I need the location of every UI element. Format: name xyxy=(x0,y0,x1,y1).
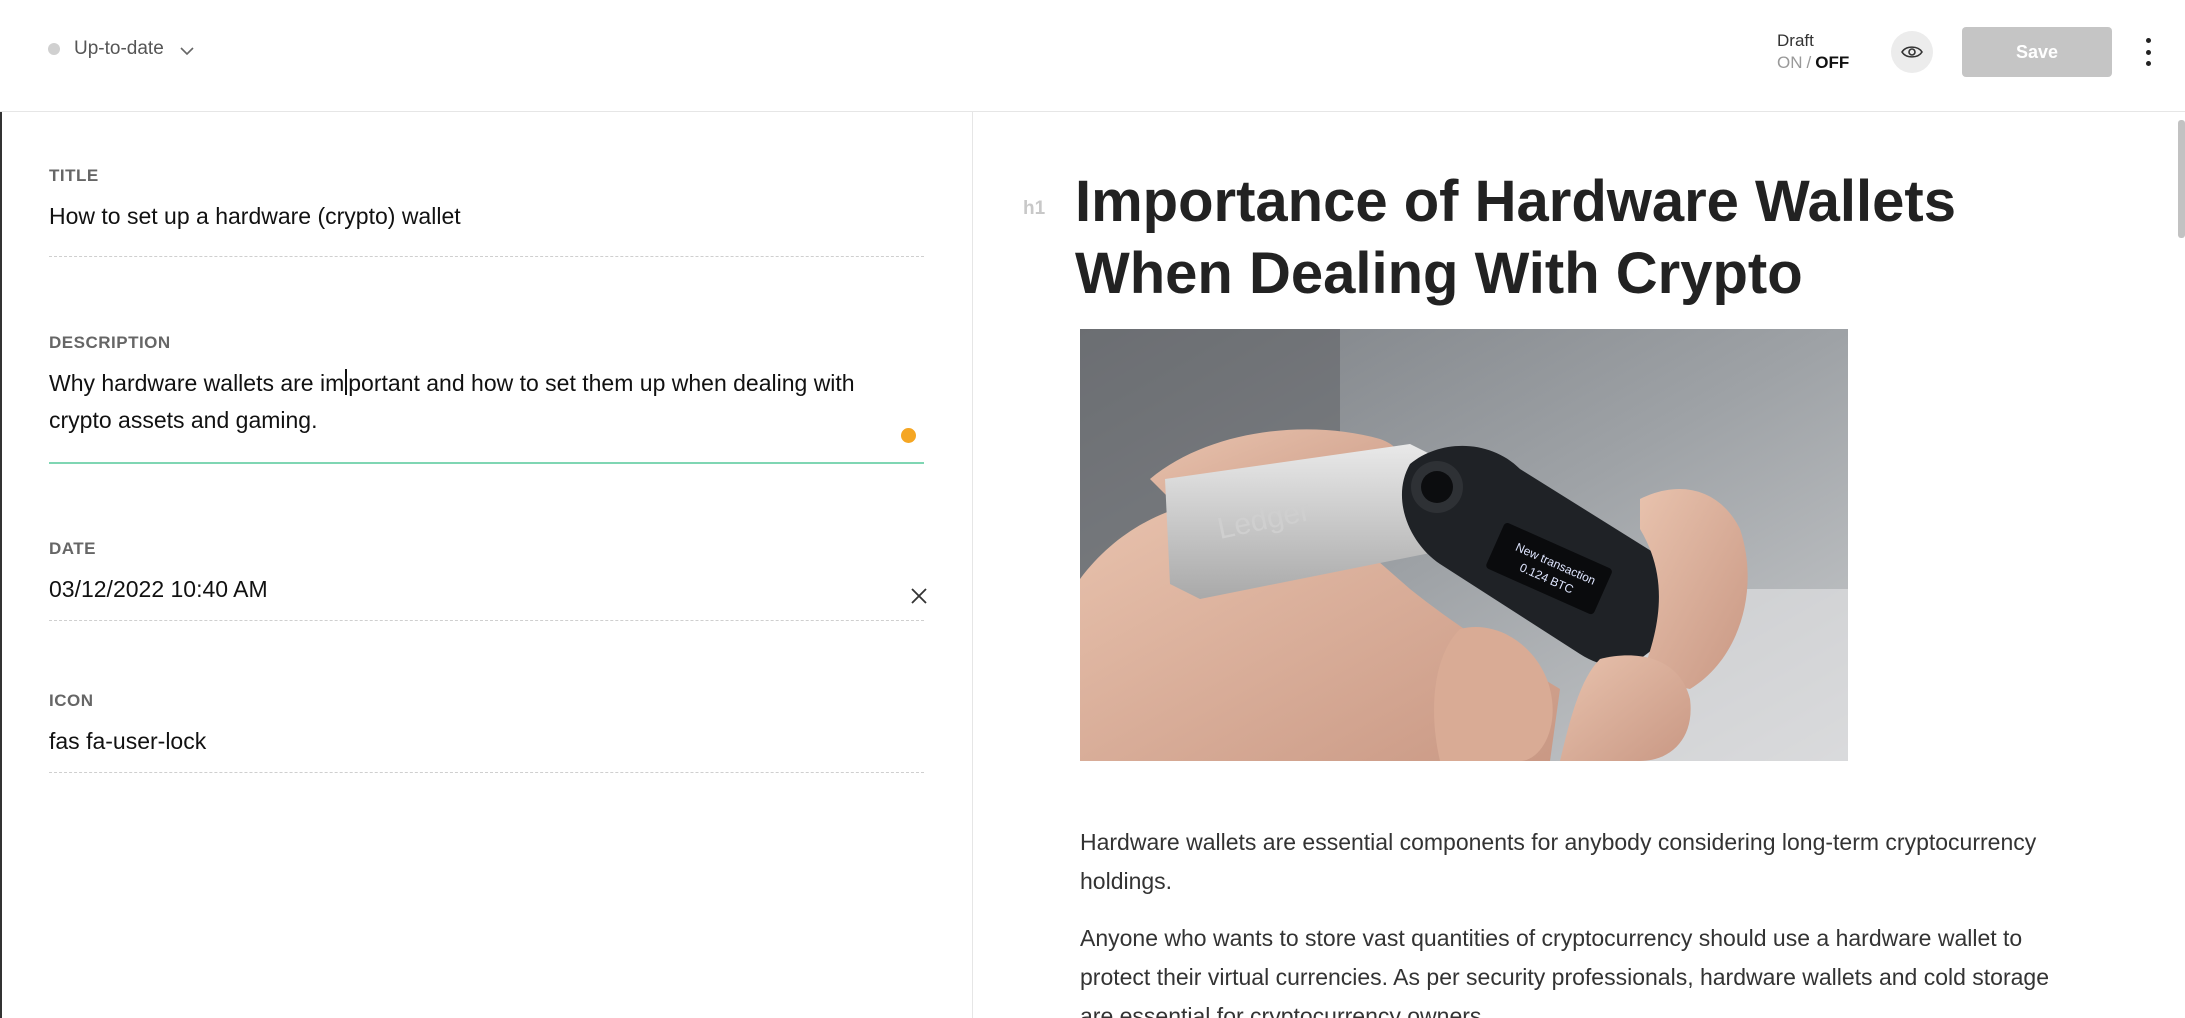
description-text-line2: crypto assets and gaming. xyxy=(49,407,318,433)
description-label: DESCRIPTION xyxy=(49,333,171,352)
hero-image[interactable]: Ledger New transaction 0.124 BTC xyxy=(1080,329,1848,761)
more-options-icon[interactable] xyxy=(2138,36,2158,68)
eye-icon xyxy=(1901,46,1923,58)
preview-button[interactable] xyxy=(1891,31,1933,73)
preview-paragraph-1: Hardware wallets are essential component… xyxy=(1080,829,2037,894)
date-underline xyxy=(49,620,924,621)
date-field: DATE 03/12/2022 10:40 AM xyxy=(49,539,924,608)
description-input[interactable]: Why hardware wallets are im portant and h… xyxy=(49,365,924,439)
preview-pane: h1 Importance of Hardware Wallets When D… xyxy=(973,112,2185,1018)
status-dot-icon xyxy=(48,43,60,55)
title-label: TITLE xyxy=(49,166,99,185)
icon-label: ICON xyxy=(49,691,94,710)
date-input[interactable]: 03/12/2022 10:40 AM xyxy=(49,571,924,608)
close-icon[interactable] xyxy=(908,585,930,607)
hardware-wallet-photo: Ledger New transaction 0.124 BTC xyxy=(1080,329,1848,761)
preview-paragraph-2: Anyone who wants to store vast quantitie… xyxy=(1080,925,2050,1018)
chevron-down-icon xyxy=(180,47,194,56)
text-caret xyxy=(345,369,348,395)
window-edge xyxy=(0,0,2,1018)
title-underline xyxy=(49,256,924,257)
editor-toolbar: Up-to-date Draft ON / OFF Save xyxy=(0,0,2185,112)
draft-toggle[interactable]: Draft ON / OFF xyxy=(1777,30,1849,74)
draft-on-option[interactable]: ON xyxy=(1777,53,1803,72)
description-field: DESCRIPTION Why hardware wallets are im p… xyxy=(49,333,924,439)
description-text-part2: portant and how to set them up when deal… xyxy=(348,370,855,396)
description-text-part1: Why hardware wallets are im xyxy=(49,370,345,396)
date-label: DATE xyxy=(49,539,97,558)
icon-field: ICON fas fa-user-lock xyxy=(49,691,924,760)
draft-label: Draft xyxy=(1777,31,1814,50)
preview-scrollbar[interactable] xyxy=(2178,120,2185,238)
draft-separator: / xyxy=(1806,53,1812,72)
heading-level-hint: h1 xyxy=(1023,198,1046,219)
unsaved-indicator xyxy=(901,428,916,443)
title-field: TITLE How to set up a hardware (crypto) … xyxy=(49,166,924,235)
status-dropdown[interactable]: Up-to-date xyxy=(48,38,196,60)
description-underline xyxy=(49,462,924,464)
save-button[interactable]: Save xyxy=(1962,27,2112,77)
status-label: Up-to-date xyxy=(74,38,164,59)
title-input[interactable]: How to set up a hardware (crypto) wallet xyxy=(49,198,924,235)
preview-title[interactable]: Importance of Hardware Wallets When Deal… xyxy=(1075,166,2055,310)
icon-input[interactable]: fas fa-user-lock xyxy=(49,723,924,760)
draft-off-option[interactable]: OFF xyxy=(1815,53,1849,72)
icon-underline xyxy=(49,772,924,773)
